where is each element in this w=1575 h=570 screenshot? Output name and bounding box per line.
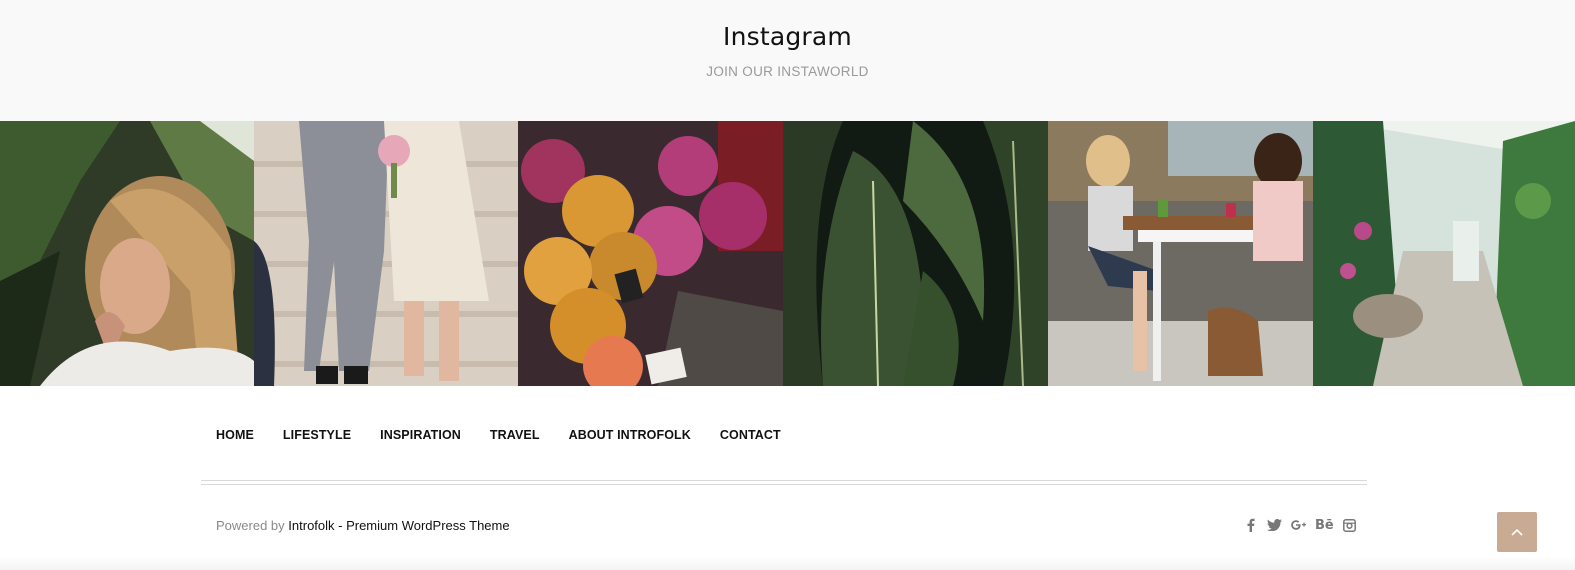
behance-icon[interactable]: Bē (1315, 515, 1334, 535)
instagram-photo-leaves[interactable] (783, 121, 1048, 386)
credits-theme-link[interactable]: Introfolk - Premium WordPress Theme (288, 518, 509, 533)
photo-flowers-image (518, 121, 783, 386)
photo-leaves-image (783, 121, 1048, 386)
page-bottom-edge (0, 556, 1575, 570)
nav-link-travel[interactable]: TRAVEL (490, 428, 540, 442)
credits-prefix: Powered by (216, 518, 285, 533)
nav-link-about[interactable]: ABOUT INTROFOLK (569, 428, 691, 442)
photo-wedding-image (254, 121, 518, 386)
nav-link-contact[interactable]: CONTACT (720, 428, 781, 442)
nav-link-inspiration[interactable]: INSPIRATION (380, 428, 461, 442)
instagram-header: Instagram JOIN OUR INSTAWORLD (0, 0, 1575, 121)
footer-divider (201, 480, 1367, 485)
twitter-icon[interactable] (1267, 515, 1282, 535)
instagram-subtitle[interactable]: JOIN OUR INSTAWORLD (0, 64, 1575, 79)
facebook-icon[interactable] (1244, 515, 1258, 535)
nav-link-home[interactable]: HOME (216, 428, 254, 442)
footer-navigation: HOME LIFESTYLE INSPIRATION TRAVEL ABOUT … (216, 428, 810, 442)
photo-cafe-image (1048, 121, 1313, 386)
instagram-photo-woman-plants[interactable] (0, 121, 254, 386)
instagram-photo-cafe[interactable] (1048, 121, 1313, 386)
instagram-photo-greenhouse[interactable] (1313, 121, 1575, 386)
instagram-feed (0, 121, 1575, 386)
back-to-top-button[interactable] (1497, 512, 1537, 552)
instagram-photo-wedding[interactable] (254, 121, 518, 386)
instagram-icon[interactable] (1343, 515, 1357, 535)
photo-greenhouse-image (1313, 121, 1575, 386)
nav-link-lifestyle[interactable]: LIFESTYLE (283, 428, 351, 442)
chevron-up-icon (1511, 528, 1523, 536)
social-links: Bē (1244, 515, 1357, 535)
instagram-photo-flowers[interactable] (518, 121, 783, 386)
photo-woman-plants-image (0, 121, 254, 386)
google-plus-icon[interactable] (1291, 515, 1306, 535)
instagram-title: Instagram (723, 22, 852, 51)
footer-credits: Powered by Introfolk - Premium WordPress… (216, 518, 510, 533)
